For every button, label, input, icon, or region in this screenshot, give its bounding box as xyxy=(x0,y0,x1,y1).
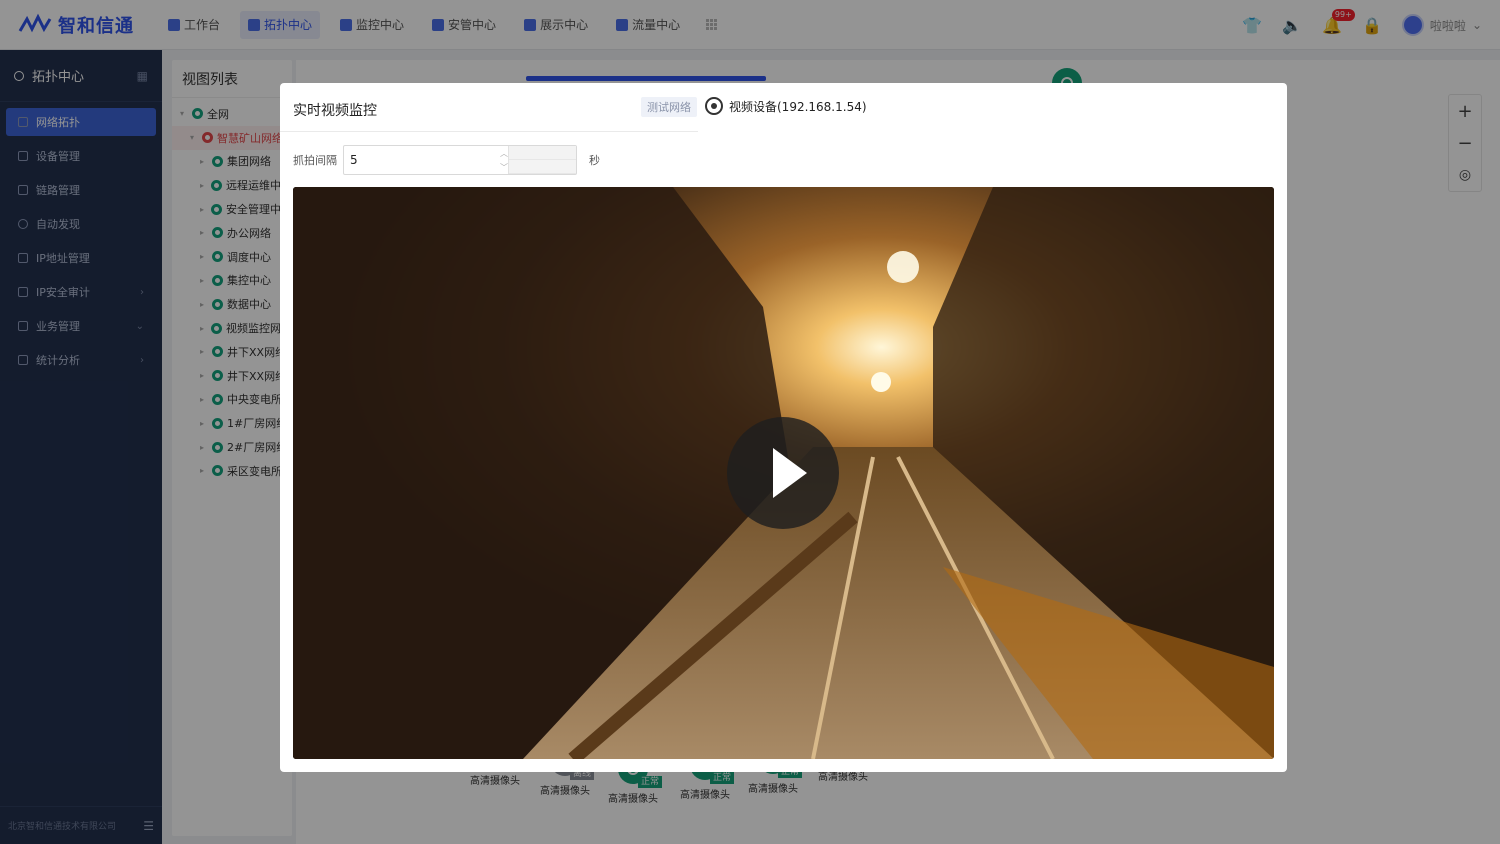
modal-divider xyxy=(280,131,698,132)
interval-stepper[interactable] xyxy=(508,146,576,174)
capture-interval-row: 抓拍间隔 5 ︿ ﹀ 秒 xyxy=(293,145,600,175)
device-tab[interactable]: 视频设备(192.168.1.54) xyxy=(705,97,867,115)
modal-title: 实时视频监控 xyxy=(293,103,377,119)
capture-interval-value[interactable]: 5 ︿ ﹀ xyxy=(344,146,508,174)
chevron-down-icon[interactable]: ﹀ xyxy=(500,162,508,173)
capture-interval-label: 抓拍间隔 xyxy=(293,154,337,167)
interval-value-text: 5 xyxy=(350,153,358,167)
spinner-arrows[interactable]: ︿ ﹀ xyxy=(500,146,508,174)
device-name: 视频设备(192.168.1.54) xyxy=(729,99,867,114)
video-monitor-modal: 实时视频监控 测试网络 视频设备(192.168.1.54) 抓拍间隔 5 ︿ ﹀… xyxy=(280,83,1287,772)
chevron-up-icon[interactable]: ︿ xyxy=(500,148,508,159)
capture-interval-unit: 秒 xyxy=(589,154,600,167)
play-button[interactable] xyxy=(727,417,839,529)
network-tag: 测试网络 xyxy=(641,97,697,117)
video-player[interactable] xyxy=(293,187,1274,759)
capture-interval-input[interactable]: 5 ︿ ﹀ xyxy=(343,145,577,175)
camera-icon xyxy=(705,97,723,115)
